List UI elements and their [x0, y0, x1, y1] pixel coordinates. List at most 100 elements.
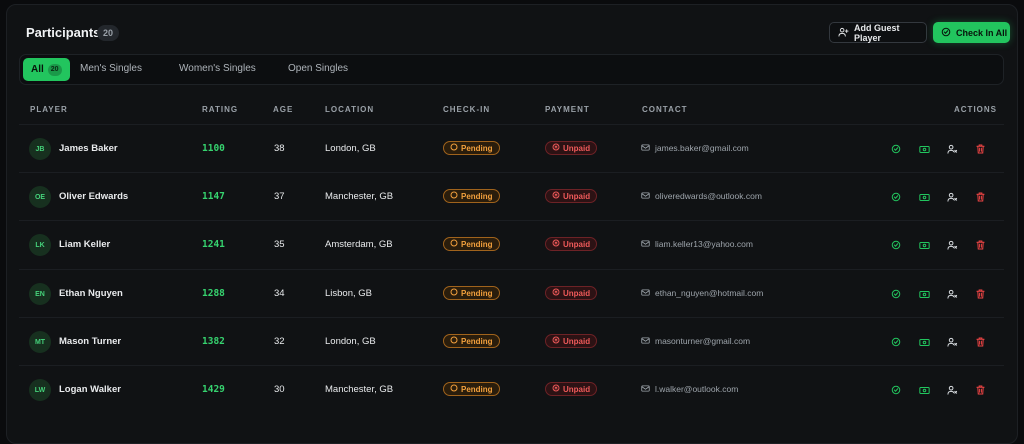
tab-open-singles[interactable]: Open Singles [288, 63, 348, 74]
table-row[interactable]: JB James Baker 1100 38 London, GB Pending Unpa… [19, 124, 1004, 172]
edit-player-button[interactable] [945, 335, 959, 349]
table-row[interactable]: LK Liam Keller 1241 35 Amsterdam, GB Pending U… [19, 220, 1004, 268]
mark-paid-button[interactable] [917, 383, 931, 397]
payment-status-label: Unpaid [563, 288, 591, 298]
checkin-status-badge: Pending [443, 334, 500, 348]
check-in-button[interactable] [889, 238, 903, 252]
contact-email[interactable]: l.walker@outlook.com [641, 384, 738, 394]
mark-paid-button[interactable] [917, 335, 931, 349]
player-name[interactable]: James Baker [59, 143, 118, 154]
participant-count-badge: 20 [97, 25, 120, 41]
payment-status-badge: Unpaid [545, 334, 598, 348]
check-in-all-button[interactable]: Check In All [933, 22, 1010, 43]
player-rating: 1429 [202, 384, 225, 395]
player-rating: 1382 [202, 336, 225, 347]
check-in-button[interactable] [889, 335, 903, 349]
checkin-status-label: Pending [461, 336, 493, 346]
player-age: 30 [274, 384, 285, 395]
mark-paid-button[interactable] [917, 142, 931, 156]
column-header-age[interactable]: AGE [273, 105, 293, 114]
category-tabs: All 20 Men's Singles Women's Singles Ope… [19, 54, 1004, 85]
column-header-location[interactable]: LOCATION [325, 105, 374, 114]
contact-email[interactable]: james.baker@gmail.com [641, 143, 749, 153]
check-in-button[interactable] [889, 142, 903, 156]
tab-mens-singles[interactable]: Men's Singles [80, 63, 142, 74]
checkin-status-label: Pending [461, 239, 493, 249]
mark-paid-button[interactable] [917, 190, 931, 204]
edit-player-button[interactable] [945, 383, 959, 397]
column-header-player[interactable]: PLAYER [30, 105, 68, 114]
contact-email-text: l.walker@outlook.com [655, 384, 739, 394]
avatar: MT [29, 331, 51, 353]
add-guest-player-button[interactable]: Add Guest Player [829, 22, 927, 43]
table-row[interactable]: LW Logan Walker 1429 30 Manchester, GB Pendin… [19, 365, 1004, 413]
checkin-status-badge: Pending [443, 237, 500, 251]
mail-icon [641, 191, 650, 201]
check-circle-icon [891, 337, 901, 347]
edit-player-button[interactable] [945, 238, 959, 252]
edit-player-button[interactable] [945, 142, 959, 156]
check-in-button[interactable] [889, 383, 903, 397]
contact-email[interactable]: ethan_nguyen@hotmail.com [641, 288, 763, 298]
column-header-payment[interactable]: PAYMENT [545, 105, 590, 114]
tab-womens-singles[interactable]: Women's Singles [179, 63, 256, 74]
delete-player-button[interactable] [973, 335, 987, 349]
player-name[interactable]: Ethan Nguyen [59, 288, 123, 299]
user-plus-icon [838, 27, 849, 39]
edit-player-button[interactable] [945, 190, 959, 204]
contact-email[interactable]: masonturner@gmail.com [641, 336, 750, 346]
player-location: Lisbon, GB [325, 288, 372, 299]
x-circle-icon [552, 288, 560, 298]
player-name[interactable]: Mason Turner [59, 336, 121, 347]
table-row[interactable]: MT Mason Turner 1382 32 London, GB Pending Unp… [19, 317, 1004, 365]
player-age: 32 [274, 336, 285, 347]
delete-player-button[interactable] [973, 190, 987, 204]
check-circle-icon [891, 289, 901, 299]
check-in-button[interactable] [889, 287, 903, 301]
cash-icon [918, 338, 930, 347]
delete-player-button[interactable] [973, 238, 987, 252]
cash-icon [918, 290, 930, 299]
column-header-check-in[interactable]: CHECK-IN [443, 105, 490, 114]
delete-player-button[interactable] [973, 383, 987, 397]
payment-status-label: Unpaid [563, 143, 591, 153]
check-in-button[interactable] [889, 190, 903, 204]
player-age: 37 [274, 191, 285, 202]
player-rating: 1100 [202, 143, 225, 154]
player-location: Amsterdam, GB [325, 239, 393, 250]
player-name[interactable]: Logan Walker [59, 384, 121, 395]
table-row[interactable]: EN Ethan Nguyen 1288 34 Lisbon, GB Pending Unp… [19, 269, 1004, 317]
check-circle-icon [891, 385, 901, 395]
cash-icon [918, 386, 930, 395]
checkin-status-badge: Pending [443, 382, 500, 396]
user-edit-icon [946, 337, 958, 347]
edit-player-button[interactable] [945, 287, 959, 301]
x-circle-icon [552, 239, 560, 249]
contact-email[interactable]: oliveredwards@outlook.com [641, 191, 762, 201]
mail-icon [641, 336, 650, 346]
player-location: Manchester, GB [325, 191, 394, 202]
x-circle-icon [552, 336, 560, 346]
contact-email-text: liam.keller13@yahoo.com [655, 239, 753, 249]
column-header-contact: CONTACT [642, 105, 688, 114]
checkin-status-badge: Pending [443, 286, 500, 300]
contact-email-text: ethan_nguyen@hotmail.com [655, 288, 764, 298]
delete-player-button[interactable] [973, 287, 987, 301]
mark-paid-button[interactable] [917, 238, 931, 252]
user-edit-icon [946, 192, 958, 202]
delete-player-button[interactable] [973, 142, 987, 156]
contact-email[interactable]: liam.keller13@yahoo.com [641, 239, 753, 249]
mail-icon [641, 288, 650, 298]
player-location: London, GB [325, 336, 376, 347]
payment-status-label: Unpaid [563, 191, 591, 201]
table-row[interactable]: OE Oliver Edwards 1147 37 Manchester, GB Pend… [19, 172, 1004, 220]
check-circle-icon [941, 27, 951, 39]
tab-all[interactable]: All 20 [23, 58, 70, 81]
player-name[interactable]: Oliver Edwards [59, 191, 128, 202]
user-edit-icon [946, 144, 958, 154]
player-location: Manchester, GB [325, 384, 394, 395]
player-rating: 1288 [202, 288, 225, 299]
mark-paid-button[interactable] [917, 287, 931, 301]
column-header-rating[interactable]: RATING [202, 105, 238, 114]
player-name[interactable]: Liam Keller [59, 239, 110, 250]
